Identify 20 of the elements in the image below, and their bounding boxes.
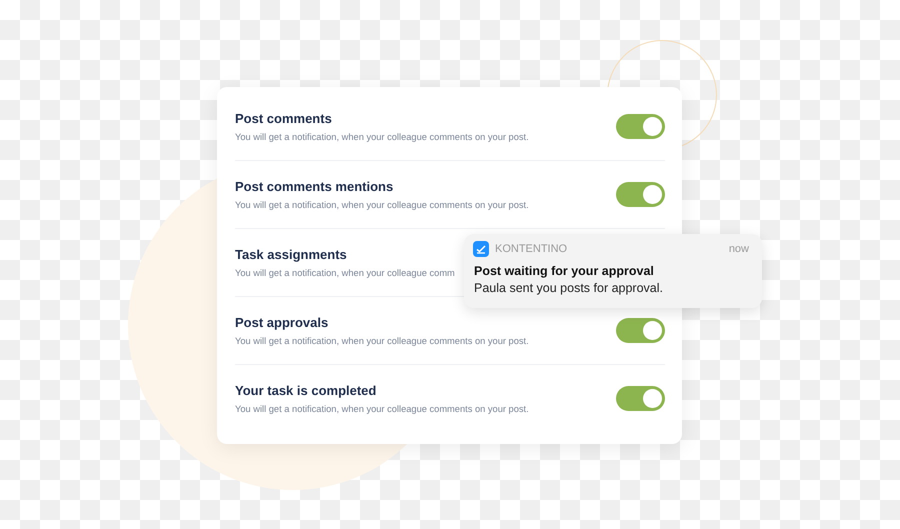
notification-card[interactable]: KONTENTINO now Post waiting for your approval Paula sent you posts for approval.	[464, 234, 762, 308]
notification-text: Paula sent you posts for approval.	[474, 281, 664, 295]
app-name: KONTENTINO	[495, 243, 568, 255]
setting-title: Task assignments	[235, 247, 348, 262]
setting-description: You will get a notification, when your colleague comments on your post.	[235, 404, 529, 414]
setting-description: You will get a notification, when your colleague comments on your post.	[235, 200, 529, 210]
app-icon	[473, 241, 489, 257]
notification-time: now	[728, 243, 749, 255]
setting-title: Post comments	[235, 111, 333, 126]
setting-description: You will get a notification, when your colleague comments on your post.	[235, 132, 529, 142]
notification-title: Post waiting for your approval	[474, 264, 655, 278]
setting-description: You will get a notification, when your colleague comments on your post.	[235, 336, 529, 346]
toggle-switch[interactable]	[616, 318, 665, 343]
toggle-switch[interactable]	[616, 114, 665, 139]
setting-title: Post approvals	[235, 315, 330, 330]
setting-title: Your task is completed	[235, 383, 378, 398]
toggle-switch[interactable]	[616, 386, 665, 411]
setting-description: You will get a notification, when your colleague comm	[235, 268, 455, 278]
toggle-switch[interactable]	[616, 182, 665, 207]
setting-title: Post comments mentions	[235, 179, 394, 194]
